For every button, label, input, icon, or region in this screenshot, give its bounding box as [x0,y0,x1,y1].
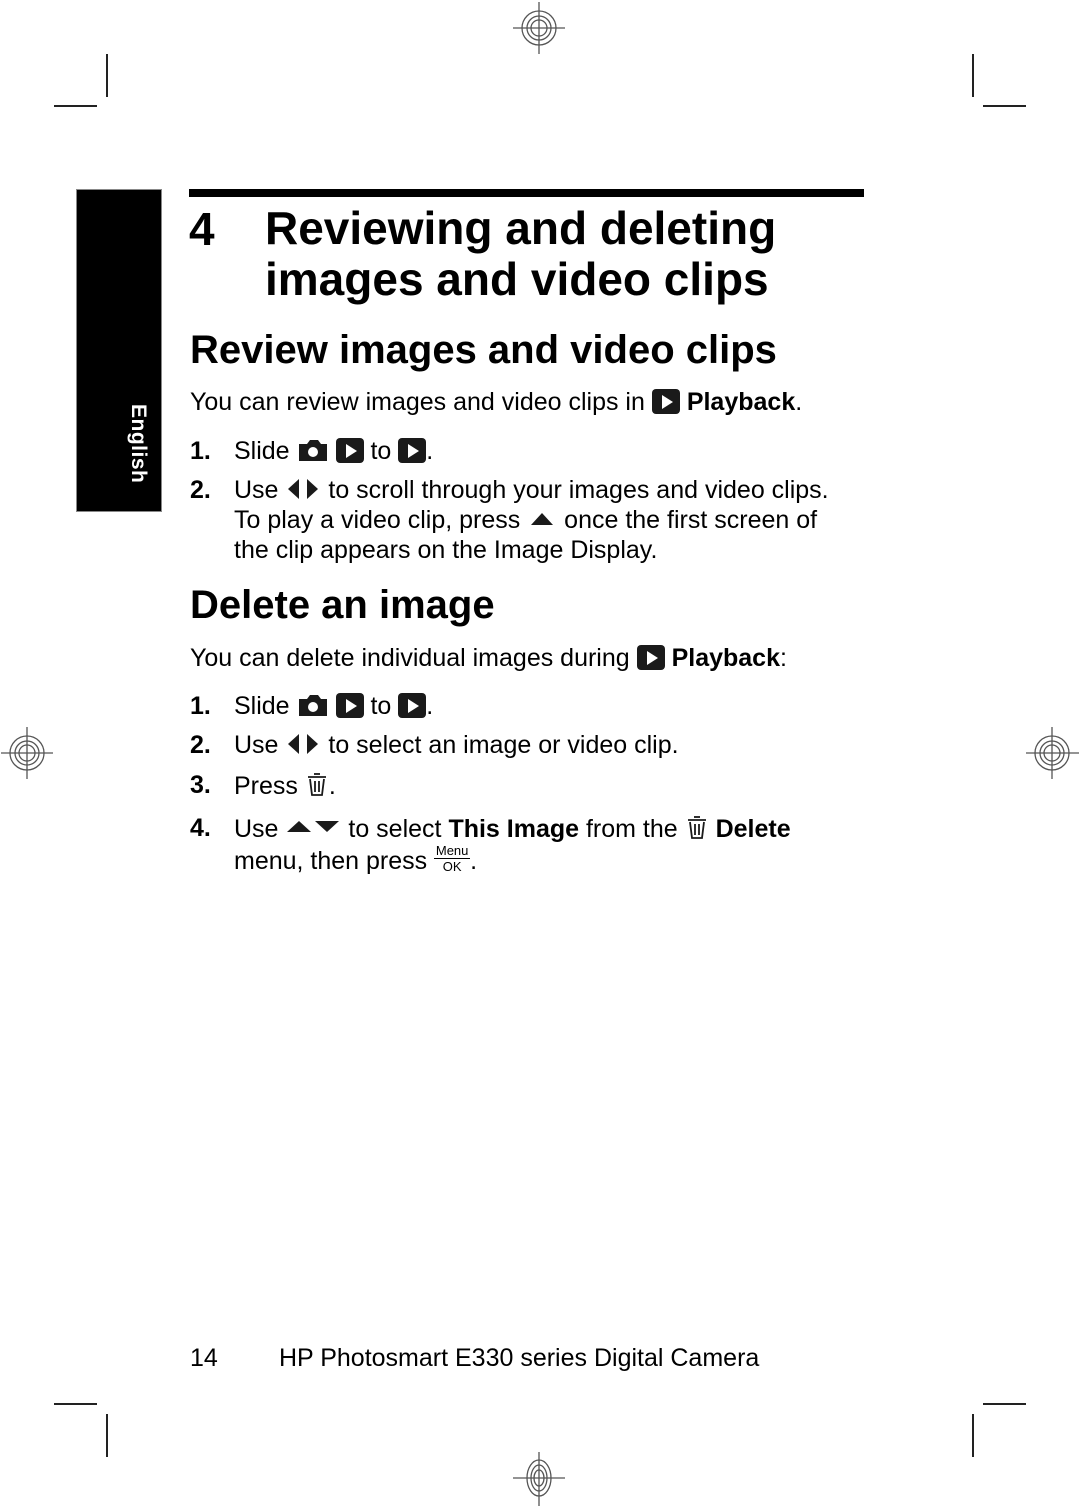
crop-mark [972,1414,974,1457]
delete-intro: You can delete individual images during … [190,643,787,673]
camera-icon [298,695,327,716]
playback-icon [636,645,665,670]
playback-icon [398,693,427,718]
language-tab-label: English [127,404,150,484]
step-text-part: from the [585,815,678,843]
step-text-part: to [370,692,392,720]
option-this-image: This Image [448,815,580,843]
footer-product-name: HP Photosmart E330 series Digital Camera [279,1344,760,1372]
step-text-part: to select an image or video clip. [328,731,679,759]
menu-ok-button-icon: Menu OK [434,843,471,874]
step-text-part: Slide [234,692,290,720]
step-text-part: Use [234,815,279,843]
menu-ok-bottom: OK [442,859,462,874]
step-text: Use to scroll through your images and vi… [234,475,829,565]
registration-mark-top [513,2,565,54]
chapter-title: Reviewing and deleting images and video … [265,202,777,305]
playback-icon [398,438,427,463]
delete-intro-text: You can delete individual images during [190,644,630,672]
step-text-part: menu, then press [234,847,428,875]
step-number: 4. [190,814,211,842]
crop-mark [106,54,108,97]
left-right-arrows-icon [288,734,319,754]
registration-mark-bottom [513,1452,565,1506]
registration-mark-right [1026,727,1079,779]
playback-icon [335,693,364,718]
crop-mark [983,1403,1026,1405]
playback-icon [335,438,364,463]
punct: . [426,692,434,720]
step-text-part: Use [234,731,279,759]
trash-icon [687,816,706,839]
playback-label: Playback [671,644,780,672]
crop-mark [54,1403,97,1405]
step-text: Press . [234,770,336,801]
page-number: 14 [190,1344,218,1372]
step-number: 2. [190,476,211,504]
review-intro: You can review images and video clips in… [190,387,802,417]
step-text: Slide to . [234,691,433,721]
section-heading-delete: Delete an image [190,583,495,627]
step-text: Use to select an image or video clip. [234,730,679,760]
crop-mark [983,105,1026,107]
step-text-part: to [370,437,392,465]
crop-mark [106,1414,108,1457]
step-number: 3. [190,771,211,799]
left-right-arrows-icon [288,479,319,499]
trash-icon [307,773,326,796]
crop-mark [54,105,97,107]
camera-icon [298,440,327,461]
step-text-part: To play a video clip, press [234,506,521,534]
up-arrow-icon [531,513,554,525]
step-text-part: the clip appears on the Image Display. [234,536,658,564]
playback-icon [651,389,680,414]
punct: . [328,772,336,800]
punct: : [780,644,787,672]
step-text: Use to select This Image from the Delete… [234,813,791,876]
section-heading-review: Review images and video clips [190,328,777,372]
chapter-number: 4 [189,203,215,255]
registration-mark-left [1,727,53,779]
playback-label: Playback [686,388,796,416]
step-number: 2. [190,731,211,759]
crop-mark [972,54,974,97]
up-down-arrows-icon [287,821,340,832]
step-number: 1. [190,692,211,720]
step-text-part: to select [348,815,442,843]
punct: . [426,437,434,465]
step-text-part: to scroll through your images and video … [328,476,829,504]
punct: . [795,388,803,416]
step-text-part: Use [234,476,279,504]
review-intro-text: You can review images and video clips in [190,388,645,416]
step-text: Slide to . [234,436,433,466]
menu-ok-top: Menu [434,843,471,859]
step-number: 1. [190,437,211,465]
punct: . [470,847,478,875]
delete-menu-label: Delete [715,815,791,843]
step-text-part: Slide [234,437,290,465]
chapter-rule [189,189,864,197]
step-text-part: Press [234,772,298,800]
step-text-part: once the first screen of [564,506,818,534]
